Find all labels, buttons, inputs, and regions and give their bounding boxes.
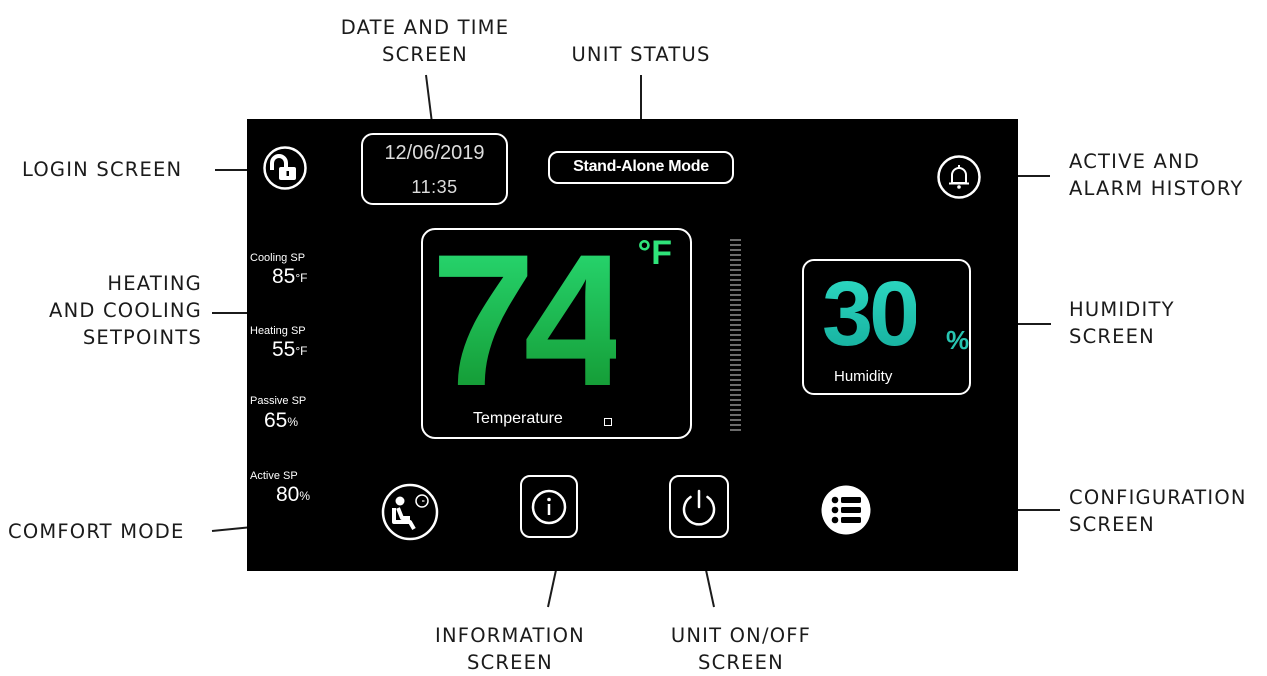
comfort-mode-button[interactable] xyxy=(380,482,440,542)
sp-unit: °F xyxy=(295,271,308,285)
menu-list-icon xyxy=(821,485,871,535)
level-bar xyxy=(730,239,741,431)
cooling-sp-value[interactable]: 85°F xyxy=(272,265,308,289)
temperature-unit: °F xyxy=(637,234,672,272)
power-icon xyxy=(682,489,716,526)
callout-alarm: ACTIVE AND ALARM HISTORY xyxy=(1069,148,1243,202)
sp-number: 55 xyxy=(272,338,296,361)
sp-unit: % xyxy=(287,415,299,429)
date-time-button[interactable]: 12/06/2019 11:35 xyxy=(361,133,508,205)
callout-date-time: DATE AND TIME SCREEN xyxy=(330,14,520,68)
active-sp-label: Active SP xyxy=(250,470,298,482)
configuration-button[interactable] xyxy=(819,483,873,537)
callout-line: SCREEN xyxy=(1069,513,1155,536)
humidity-panel[interactable]: 30 % Humidity xyxy=(802,259,971,395)
date-text: 12/06/2019 xyxy=(384,142,485,164)
leader-information xyxy=(547,569,557,608)
callout-setpoints: HEATING AND COOLING SETPOINTS xyxy=(20,270,202,351)
heating-sp-label: Heating SP xyxy=(250,325,306,337)
information-button[interactable] xyxy=(520,475,578,538)
comfort-seat-icon xyxy=(381,483,439,541)
temperature-label: Temperature xyxy=(473,410,563,427)
callout-configuration: CONFIGURATION SCREEN xyxy=(1069,484,1247,538)
callout-line: DATE AND TIME xyxy=(340,16,510,39)
callout-humidity: HUMIDITY SCREEN xyxy=(1069,296,1175,350)
login-button[interactable] xyxy=(262,145,308,191)
temperature-panel[interactable]: 74 °F Temperature xyxy=(421,220,692,439)
active-sp-value[interactable]: 80% xyxy=(276,483,310,507)
humidity-unit: % xyxy=(946,325,970,355)
callout-line: CONFIGURATION xyxy=(1069,486,1247,509)
device-screen: 12/06/2019 11:35 Stand-Alone Mode Coolin… xyxy=(247,119,1018,571)
callout-line: ACTIVE AND xyxy=(1069,150,1201,173)
callout-comfort: COMFORT MODE xyxy=(8,520,185,543)
unit-status-badge[interactable]: Stand-Alone Mode xyxy=(548,151,734,184)
callout-information: INFORMATION SCREEN xyxy=(415,622,605,676)
callout-line: HUMIDITY xyxy=(1069,298,1175,321)
callout-on-off: UNIT ON/OFF SCREEN xyxy=(655,622,827,676)
callout-line: ALARM HISTORY xyxy=(1069,177,1244,200)
callout-line: SCREEN xyxy=(1069,325,1155,348)
passive-sp-value[interactable]: 65% xyxy=(264,409,298,433)
cooling-sp-label: Cooling SP xyxy=(250,252,306,264)
callout-login: LOGIN SCREEN xyxy=(22,158,183,181)
callout-line: INFORMATION xyxy=(435,624,585,647)
heating-sp-value[interactable]: 55°F xyxy=(272,338,308,362)
callout-line: SCREEN xyxy=(698,651,784,674)
sp-unit: % xyxy=(299,489,311,503)
callout-line: SCREEN xyxy=(382,43,468,66)
callout-line: SCREEN xyxy=(467,651,553,674)
callout-line: UNIT ON/OFF xyxy=(670,624,812,647)
unlock-icon xyxy=(263,146,307,190)
unit-on-off-button[interactable] xyxy=(669,475,729,538)
sp-number: 65 xyxy=(264,409,288,432)
temperature-indicator xyxy=(604,418,612,426)
callout-line: AND COOLING xyxy=(49,299,202,322)
time-text: 11:35 xyxy=(411,177,458,197)
info-icon xyxy=(531,489,567,525)
callout-line: SETPOINTS xyxy=(82,326,202,349)
alarm-button[interactable] xyxy=(936,154,982,200)
bell-icon xyxy=(937,155,981,199)
humidity-label: Humidity xyxy=(834,368,893,385)
leader-on-off xyxy=(705,569,715,608)
callout-line: HEATING xyxy=(107,272,202,295)
humidity-value: 30 xyxy=(822,259,920,369)
temperature-value: 74 xyxy=(431,215,628,425)
sp-number: 80 xyxy=(276,483,300,506)
passive-sp-label: Passive SP xyxy=(250,395,307,407)
sp-unit: °F xyxy=(295,344,308,358)
callout-unit-status: UNIT STATUS xyxy=(571,43,711,66)
sp-number: 85 xyxy=(272,265,296,288)
